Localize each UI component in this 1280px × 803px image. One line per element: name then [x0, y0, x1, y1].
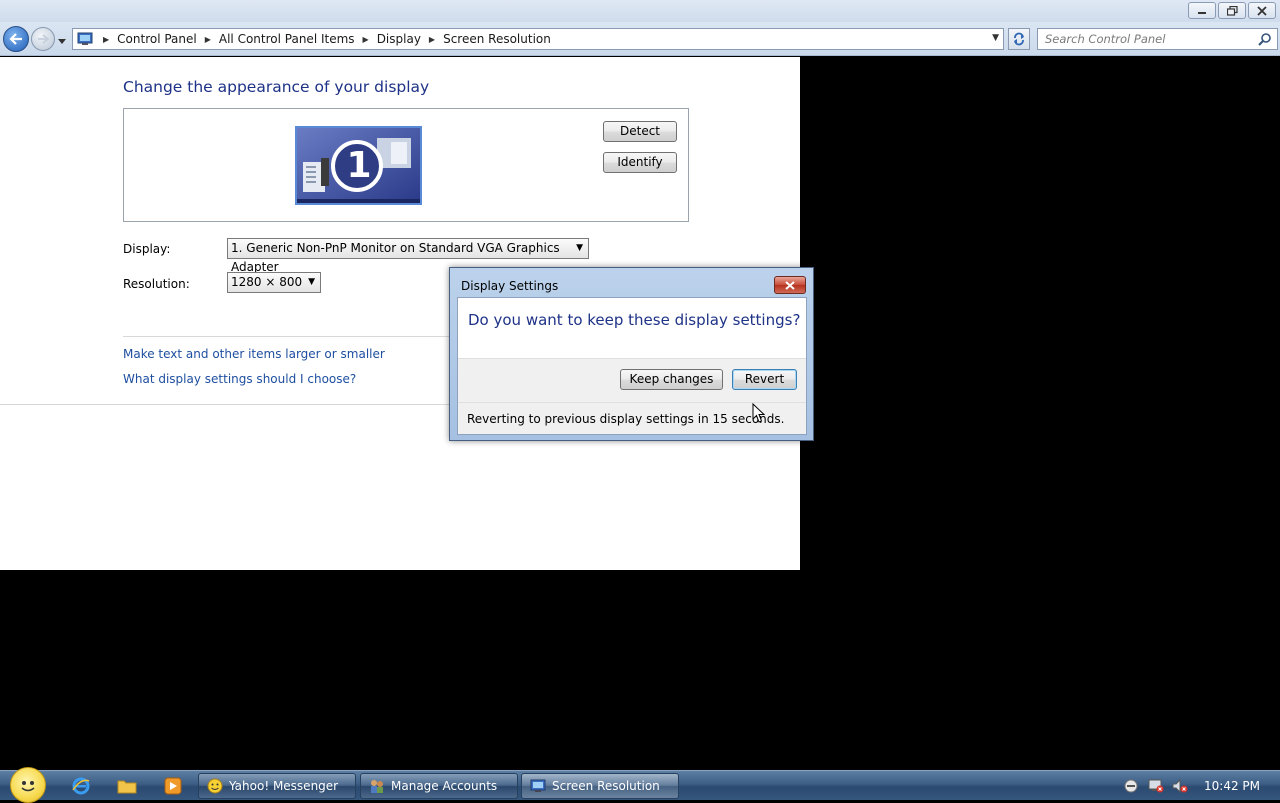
network-status-icon[interactable]	[1147, 778, 1165, 794]
detect-button[interactable]: Detect	[603, 121, 677, 142]
window-titlebar	[0, 0, 1280, 22]
breadcrumb-label: All Control Panel Items	[218, 32, 355, 46]
monitor-arrangement-area: 1 Detect Identify	[123, 108, 689, 222]
smiley-icon	[21, 781, 35, 792]
internet-explorer-launch[interactable]	[70, 776, 92, 796]
close-icon	[785, 280, 795, 290]
taskbar-window-screen-resolution[interactable]: Screen Resolution	[521, 773, 679, 799]
back-button[interactable]	[3, 26, 29, 52]
back-arrow-icon	[9, 33, 22, 45]
monitor-1-thumbnail[interactable]: 1	[295, 126, 422, 205]
start-button[interactable]	[10, 767, 46, 803]
display-select[interactable]: 1. Generic Non-PnP Monitor on Standard V…	[227, 238, 589, 274]
breadcrumb-screen-resolution[interactable]: Screen Resolution	[443, 32, 551, 46]
close-icon	[1257, 5, 1267, 16]
chevron-down-icon: ▼	[308, 277, 315, 287]
taskbar-window-label: Manage Accounts	[391, 779, 498, 793]
recent-pages-dropdown[interactable]	[58, 34, 66, 48]
folder-icon	[117, 780, 137, 794]
search-input[interactable]	[1038, 29, 1248, 49]
keep-changes-button[interactable]: Keep changes	[620, 369, 723, 390]
dialog-close-button[interactable]	[774, 276, 806, 294]
taskbar-window-yahoo-messenger[interactable]: Yahoo! Messenger	[198, 773, 356, 799]
revert-button[interactable]: Revert	[732, 369, 797, 390]
text-size-link[interactable]: Make text and other items larger or smal…	[123, 347, 385, 361]
revert-countdown-text: Reverting to previous display settings i…	[467, 412, 785, 426]
minimize-icon	[1198, 11, 1206, 14]
taskbar-window-label: Screen Resolution	[552, 779, 660, 793]
display-label: Display:	[123, 242, 171, 256]
taskbar-window-manage-accounts[interactable]: Manage Accounts	[360, 773, 518, 799]
resolution-label: Resolution:	[123, 277, 190, 291]
dialog-title: Display Settings	[461, 279, 559, 293]
section-divider	[123, 336, 450, 337]
taskbar-window-label: Yahoo! Messenger	[229, 779, 339, 793]
resolution-select[interactable]: 1280 × 800 ▼	[227, 272, 321, 293]
yahoo-messenger-icon	[207, 778, 223, 794]
volume-muted-icon[interactable]	[1171, 778, 1189, 794]
dialog-question: Do you want to keep these display settin…	[468, 311, 801, 329]
breadcrumb-all-items[interactable]: All Control Panel Items ▶	[219, 32, 377, 46]
internet-explorer-icon	[72, 777, 90, 795]
close-button[interactable]	[1248, 2, 1276, 19]
breadcrumb-control-panel[interactable]: Control Panel ▶	[117, 32, 219, 46]
address-bar[interactable]: ▶ Control Panel ▶ All Control Panel Items…	[72, 28, 1004, 50]
media-player-launch[interactable]	[162, 776, 184, 796]
minimize-button[interactable]	[1188, 2, 1216, 19]
control-panel-icon	[77, 32, 93, 45]
refresh-button[interactable]	[1008, 28, 1030, 50]
media-player-icon	[164, 777, 182, 795]
footer-divider	[0, 404, 450, 405]
chevron-down-icon: ▼	[576, 243, 583, 253]
system-clock[interactable]: 10:42 PM	[1204, 779, 1260, 793]
breadcrumb-display[interactable]: Display ▶	[377, 32, 443, 46]
page-title: Change the appearance of your display	[123, 78, 430, 96]
window-controls	[1188, 2, 1276, 19]
resolution-select-value: 1280 × 800	[231, 275, 303, 289]
windows-explorer-launch[interactable]	[116, 776, 138, 796]
mouse-cursor-icon	[752, 403, 766, 423]
identify-button[interactable]: Identify	[603, 152, 677, 173]
restore-icon	[1226, 5, 1238, 16]
breadcrumb-label: Control Panel	[117, 32, 197, 46]
search-box	[1037, 28, 1278, 50]
restore-button[interactable]	[1218, 2, 1246, 19]
refresh-icon	[1014, 32, 1024, 46]
breadcrumb-sep-root[interactable]: ▶	[99, 35, 117, 44]
taskbar: Yahoo! Messenger Manage Accounts Screen …	[0, 767, 1280, 803]
screen-resolution-icon	[530, 778, 546, 794]
forward-arrow-icon	[38, 34, 49, 44]
manage-accounts-icon	[369, 778, 385, 794]
display-help-link[interactable]: What display settings should I choose?	[123, 372, 356, 386]
breadcrumb-label: Screen Resolution	[443, 32, 551, 46]
chevron-down-icon	[58, 39, 66, 44]
monitor-number: 1	[346, 145, 372, 186]
forward-button[interactable]	[31, 27, 55, 51]
breadcrumb-label: Display	[376, 32, 421, 46]
search-icon[interactable]	[1258, 32, 1272, 46]
tray-messenger-icon[interactable]	[1122, 778, 1140, 794]
navigation-bar: ▶ Control Panel ▶ All Control Panel Items…	[0, 22, 1280, 56]
address-dropdown-icon[interactable]: ▼	[992, 33, 999, 43]
dialog-button-row: Keep changes Revert	[458, 358, 806, 402]
